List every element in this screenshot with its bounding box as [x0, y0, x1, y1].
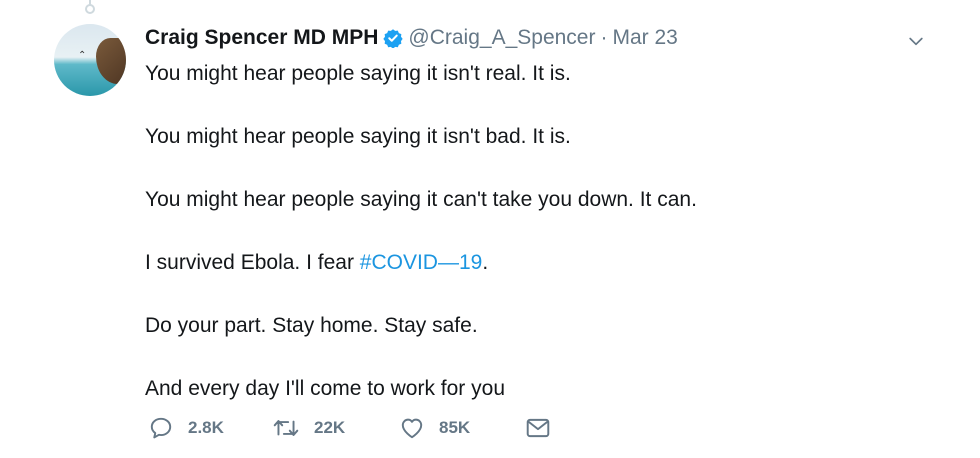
tweet-paragraph: And every day I'll come to work for you: [145, 377, 505, 400]
tweet-paragraph-text: I survived Ebola. I fear: [145, 251, 360, 274]
envelope-icon: [526, 418, 550, 438]
tweet-paragraph: You might hear people saying it can't ta…: [145, 188, 697, 211]
avatar[interactable]: ⌃: [54, 24, 126, 96]
tweet-paragraph: You might hear people saying it isn't ba…: [145, 125, 571, 148]
tweet-paragraph: You might hear people saying it isn't re…: [145, 62, 571, 85]
thread-connector-dot: [85, 4, 95, 14]
more-options-button[interactable]: [904, 29, 928, 53]
avatar-bird: ⌃: [78, 50, 87, 61]
retweet-count: 22K: [314, 418, 346, 437]
tweet-header: Craig Spencer MD MPH @Craig_A_Spencer · …: [145, 24, 678, 52]
tweet-paragraph-hashtag-line: I survived Ebola. I fear #COVID—19.: [145, 247, 945, 278]
chevron-down-icon: [909, 37, 923, 46]
reply-count: 2.8K: [188, 418, 224, 437]
direct-message-button[interactable]: [525, 415, 551, 441]
like-button[interactable]: 85K: [399, 415, 525, 441]
avatar-rock: [96, 38, 126, 84]
tweet-date[interactable]: Mar 23: [612, 26, 677, 50]
tweet-actions: 2.8K 22K 85K: [148, 415, 551, 441]
header-separator: ·: [600, 26, 608, 49]
verified-badge-icon: [383, 28, 404, 48]
author-handle[interactable]: @Craig_A_Spencer: [408, 26, 595, 50]
reply-bubble-icon: [150, 417, 172, 439]
author-display-name[interactable]: Craig Spencer MD MPH: [145, 26, 378, 50]
tweet-paragraph: Do your part. Stay home. Stay safe.: [145, 314, 478, 337]
hashtag-link[interactable]: #COVID—19: [360, 251, 483, 274]
reply-button[interactable]: 2.8K: [148, 415, 272, 441]
heart-icon: [401, 418, 423, 439]
retweet-button[interactable]: 22K: [272, 415, 399, 441]
like-count: 85K: [439, 418, 471, 437]
tweet-paragraph-suffix: .: [482, 251, 489, 274]
tweet-text: You might hear people saying it isn't re…: [145, 58, 945, 404]
retweet-arrows-icon: [273, 420, 299, 436]
